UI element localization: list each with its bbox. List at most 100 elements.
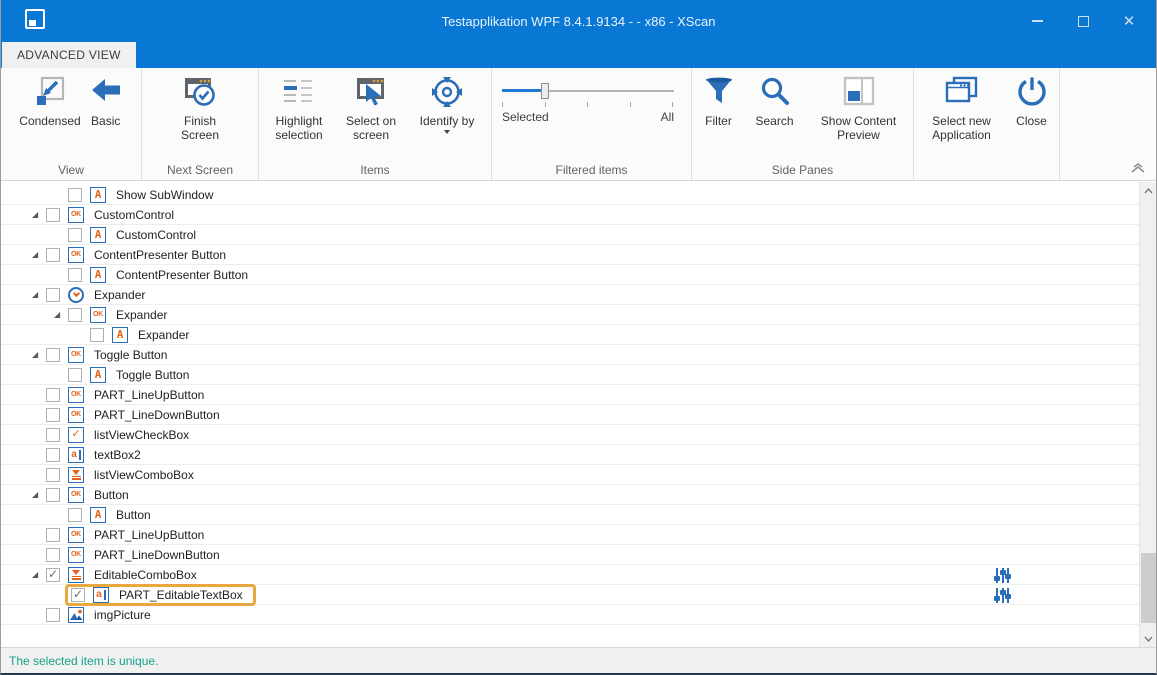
ribbon-group-application: Select new Application Close <box>914 68 1060 180</box>
tree-item-label: listViewComboBox <box>94 467 194 482</box>
maximize-button[interactable] <box>1060 0 1106 42</box>
row-checkbox[interactable] <box>68 227 82 242</box>
row-checkbox[interactable]: ✓ <box>71 587 85 602</box>
tree-row[interactable]: ✓ a PART_EditableTextBox <box>1 583 1139 606</box>
collapse-ribbon-chevron-icon[interactable] <box>1130 162 1146 174</box>
expander-toggle-icon[interactable]: ◢ <box>32 210 46 219</box>
row-checkbox[interactable] <box>68 307 82 322</box>
basic-icon <box>91 79 120 101</box>
textbox-control-icon: a <box>68 446 84 463</box>
row-checkbox[interactable] <box>46 347 60 362</box>
select-new-application-button[interactable]: Select new Application <box>918 74 1006 180</box>
search-label: Search <box>755 114 794 128</box>
button-icon: OK <box>68 206 84 223</box>
scrollbar-thumb[interactable] <box>1141 553 1156 623</box>
expander-toggle-icon[interactable]: ◢ <box>54 310 68 319</box>
tree-row[interactable]: A ContentPresenter Button <box>1 265 1139 285</box>
checkbox-control-icon: ✓ <box>68 426 84 443</box>
tree-row[interactable]: ✓ listViewCheckBox <box>1 425 1139 445</box>
vertical-scrollbar[interactable] <box>1139 182 1156 647</box>
tune-sliders-icon[interactable] <box>994 588 1011 603</box>
tree-row[interactable]: OK PART_LineUpButton <box>1 385 1139 405</box>
tree-row[interactable]: ◢ ✓ EditableComboBox <box>1 565 1139 585</box>
row-checkbox[interactable] <box>46 447 60 462</box>
close-app-button[interactable]: Close <box>1008 74 1056 180</box>
tree-row[interactable]: A Show SubWindow <box>1 185 1139 205</box>
tree-row[interactable]: ◢ OK Expander <box>1 305 1139 325</box>
tree-row[interactable]: imgPicture <box>1 605 1139 625</box>
highlight-selection-label: Highlight selection <box>275 114 323 142</box>
highlight-selection-icon <box>284 80 312 102</box>
element-tree: A Show SubWindow ◢ OK CustomControl A CustomCo… <box>1 182 1156 647</box>
maximize-icon <box>1077 15 1089 27</box>
identify-by-label: Identify by <box>419 114 475 128</box>
tree-row[interactable]: OK PART_LineDownButton <box>1 405 1139 425</box>
row-checkbox[interactable] <box>46 467 60 482</box>
window-title: Testapplikation WPF 8.4.1.9134 - - x86 -… <box>441 13 716 29</box>
scroll-up-button[interactable] <box>1140 182 1156 199</box>
raw-item-icon: A <box>90 506 106 523</box>
row-checkbox[interactable] <box>68 187 82 202</box>
tree-item-label: PART_EditableTextBox <box>119 587 243 602</box>
tree-row[interactable]: A Expander <box>1 325 1139 345</box>
row-checkbox[interactable] <box>46 407 60 422</box>
expander-toggle-icon[interactable]: ◢ <box>32 350 46 359</box>
row-checkbox[interactable] <box>46 487 60 502</box>
minimize-icon <box>1031 20 1043 22</box>
tree-row[interactable]: listViewComboBox <box>1 465 1139 485</box>
button-icon: OK <box>68 526 84 543</box>
tree-row[interactable]: a textBox2 <box>1 445 1139 465</box>
tree-row[interactable]: A Button <box>1 505 1139 525</box>
slider-label-all: All <box>660 110 674 124</box>
row-checkbox[interactable] <box>46 527 60 542</box>
group-label-filtered-items: Filtered items <box>555 163 628 177</box>
tree-row[interactable]: ◢ OK CustomControl <box>1 205 1139 225</box>
row-checkbox[interactable]: ✓ <box>46 567 60 582</box>
tune-sliders-icon[interactable] <box>994 568 1011 583</box>
expander-toggle-icon[interactable]: ◢ <box>32 490 46 499</box>
row-checkbox[interactable] <box>46 387 60 402</box>
row-checkbox[interactable] <box>68 267 82 282</box>
show-content-preview-icon <box>843 76 874 106</box>
ribbon-filler <box>1060 68 1156 180</box>
window-controls: ✕ <box>1014 0 1152 42</box>
row-checkbox[interactable] <box>68 367 82 382</box>
close-button[interactable]: ✕ <box>1106 0 1152 42</box>
row-checkbox[interactable] <box>90 327 104 342</box>
expander-toggle-icon[interactable]: ◢ <box>32 570 46 579</box>
row-checkbox[interactable] <box>68 507 82 522</box>
tree-row[interactable]: ◢ OK Toggle Button <box>1 345 1139 365</box>
ribbon-group-next-screen: Finish Screen Next Screen <box>142 68 259 180</box>
row-checkbox[interactable] <box>46 547 60 562</box>
button-icon: OK <box>68 546 84 563</box>
row-checkbox[interactable] <box>46 287 60 302</box>
slider-ticks <box>502 102 674 107</box>
application-window: Testapplikation WPF 8.4.1.9134 - - x86 -… <box>0 0 1157 675</box>
tab-advanced-view[interactable]: ADVANCED VIEW <box>2 42 136 68</box>
raw-item-icon: A <box>90 226 106 243</box>
row-checkbox[interactable] <box>46 607 60 622</box>
tree-row[interactable]: OK PART_LineUpButton <box>1 525 1139 545</box>
slider-thumb[interactable] <box>541 83 549 99</box>
picture-control-icon <box>68 606 84 623</box>
combobox-control-icon <box>68 466 84 483</box>
tree-row[interactable]: ◢ Expander <box>1 285 1139 305</box>
app-save-window-icon[interactable] <box>25 9 45 29</box>
expander-toggle-icon[interactable]: ◢ <box>32 290 46 299</box>
tree-row[interactable]: ◢ OK Button <box>1 485 1139 505</box>
minimize-button[interactable] <box>1014 0 1060 42</box>
tree-item-label: PART_LineUpButton <box>94 387 205 402</box>
expander-toggle-icon[interactable]: ◢ <box>32 250 46 259</box>
button-icon: OK <box>68 246 84 263</box>
scroll-down-button[interactable] <box>1140 630 1156 647</box>
tree-row[interactable]: OK PART_LineDownButton <box>1 545 1139 565</box>
row-checkbox[interactable] <box>46 247 60 262</box>
tree-row[interactable]: ◢ OK ContentPresenter Button <box>1 245 1139 265</box>
condensed-label: Condensed <box>19 114 81 128</box>
status-message: The selected item is unique. <box>9 653 159 668</box>
tree-item-label: Expander <box>94 287 146 302</box>
tree-row[interactable]: A CustomControl <box>1 225 1139 245</box>
row-checkbox[interactable] <box>46 427 60 442</box>
row-checkbox[interactable] <box>46 207 60 222</box>
tree-row[interactable]: A Toggle Button <box>1 365 1139 385</box>
